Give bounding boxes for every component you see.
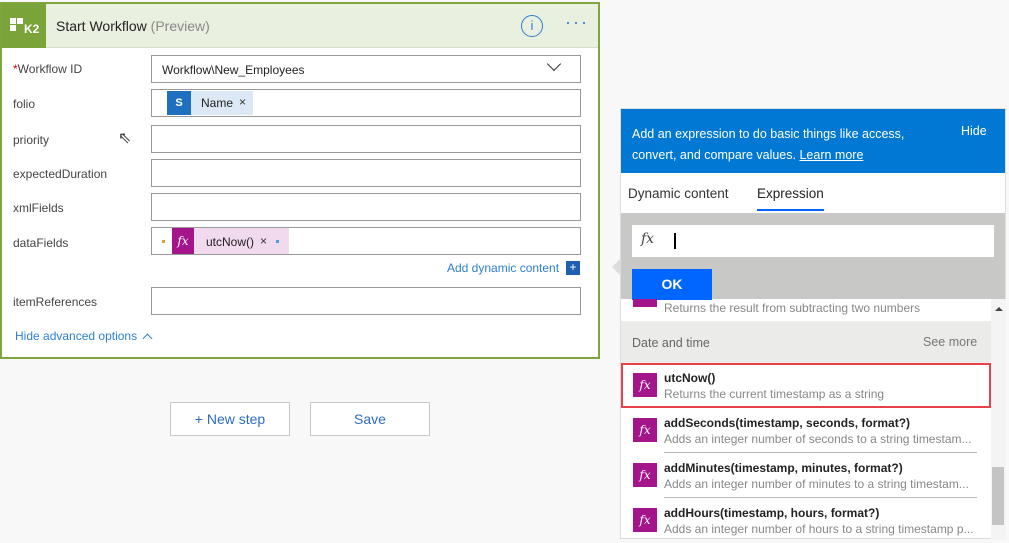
expression-panel: Add an expression to do basic things lik… — [620, 108, 1006, 540]
hide-panel-button[interactable]: Hide — [961, 124, 987, 138]
workflow-id-dropdown[interactable]: Workflow\New_Employees — [151, 55, 581, 83]
fx-icon: fx — [172, 228, 194, 254]
new-step-button[interactable]: + New step — [170, 402, 290, 436]
more-options-icon[interactable]: ··· — [565, 12, 589, 33]
label-expected-duration: expectedDuration — [13, 167, 108, 181]
xml-fields-input[interactable] — [151, 193, 581, 221]
folio-input[interactable]: S Name × — [151, 89, 581, 117]
remove-token-icon[interactable]: × — [260, 234, 267, 248]
add-dynamic-plus-icon[interactable]: + — [566, 261, 580, 275]
fx-icon: fx — [633, 508, 657, 532]
see-more-link[interactable]: See more — [923, 335, 977, 349]
hide-advanced-options-link[interactable]: Hide advanced options — [15, 329, 153, 344]
fx-icon: fx — [633, 373, 657, 397]
save-button[interactable]: Save — [310, 402, 430, 436]
tab-expression[interactable]: Expression — [757, 186, 824, 211]
sharepoint-icon: S — [167, 91, 191, 115]
fx-icon: fx — [633, 463, 657, 487]
info-icon[interactable]: i — [521, 15, 543, 37]
label-folio: folio — [13, 97, 36, 111]
data-fields-input[interactable]: fx utcNow() × — [151, 227, 581, 255]
section-date-and-time: Date and time See more — [621, 321, 991, 363]
list-item-utcnow[interactable]: fx utcNow() Returns the current timestamp… — [621, 363, 991, 408]
utcnow-token[interactable]: fx utcNow() × — [172, 228, 289, 254]
learn-more-link[interactable]: Learn more — [799, 148, 863, 162]
info-text: Add an expression to do basic things lik… — [632, 127, 905, 162]
fx-icon: fx — [633, 418, 657, 442]
panel-pointer — [612, 259, 620, 275]
scroll-up-arrow-icon[interactable] — [995, 307, 1003, 311]
card-title: Start Workflow (Preview) — [56, 18, 210, 34]
scrollbar[interactable] — [991, 299, 1006, 540]
fx-icon: fx — [641, 231, 655, 247]
priority-input[interactable] — [151, 125, 581, 153]
expression-editor: fx OK — [621, 213, 1005, 300]
label-item-references: itemReferences — [13, 295, 98, 309]
label-priority: priority — [13, 133, 50, 147]
label-xml-fields: xmlFields — [13, 201, 64, 215]
card-header[interactable]: K2 Start Workflow (Preview) i ··· — [2, 4, 598, 48]
chevron-up-icon — [142, 333, 153, 344]
name-token[interactable]: S Name × — [167, 91, 253, 115]
remove-token-icon[interactable]: × — [239, 95, 246, 109]
label-data-fields: dataFields — [13, 236, 69, 250]
list-item[interactable]: fx addSeconds(timestamp, seconds, format… — [621, 408, 991, 453]
k2-logo: K2 — [2, 4, 46, 48]
add-dynamic-content-link[interactable]: Add dynamic content — [447, 261, 559, 275]
expected-duration-input[interactable] — [151, 159, 581, 187]
ok-button[interactable]: OK — [632, 269, 712, 300]
scrollbar-thumb[interactable] — [992, 467, 1004, 525]
item-references-input[interactable] — [151, 287, 581, 315]
chevron-down-icon — [546, 56, 562, 72]
list-item[interactable]: fx addMinutes(timestamp, minutes, format… — [621, 453, 991, 498]
list-item[interactable]: fx addHours(timestamp, hours, format?) Ad… — [621, 498, 991, 543]
tab-dynamic-content[interactable]: Dynamic content — [628, 186, 729, 201]
panel-info-banner: Add an expression to do basic things lik… — [621, 109, 1005, 173]
mouse-cursor-icon: ⇖ — [118, 130, 132, 147]
list-item-partial[interactable]: Returns the result from subtracting two … — [621, 299, 991, 321]
logo-text: K2 — [24, 22, 40, 36]
label-workflow-id: *Workflow ID — [13, 62, 83, 76]
expression-input[interactable]: fx — [632, 225, 994, 257]
